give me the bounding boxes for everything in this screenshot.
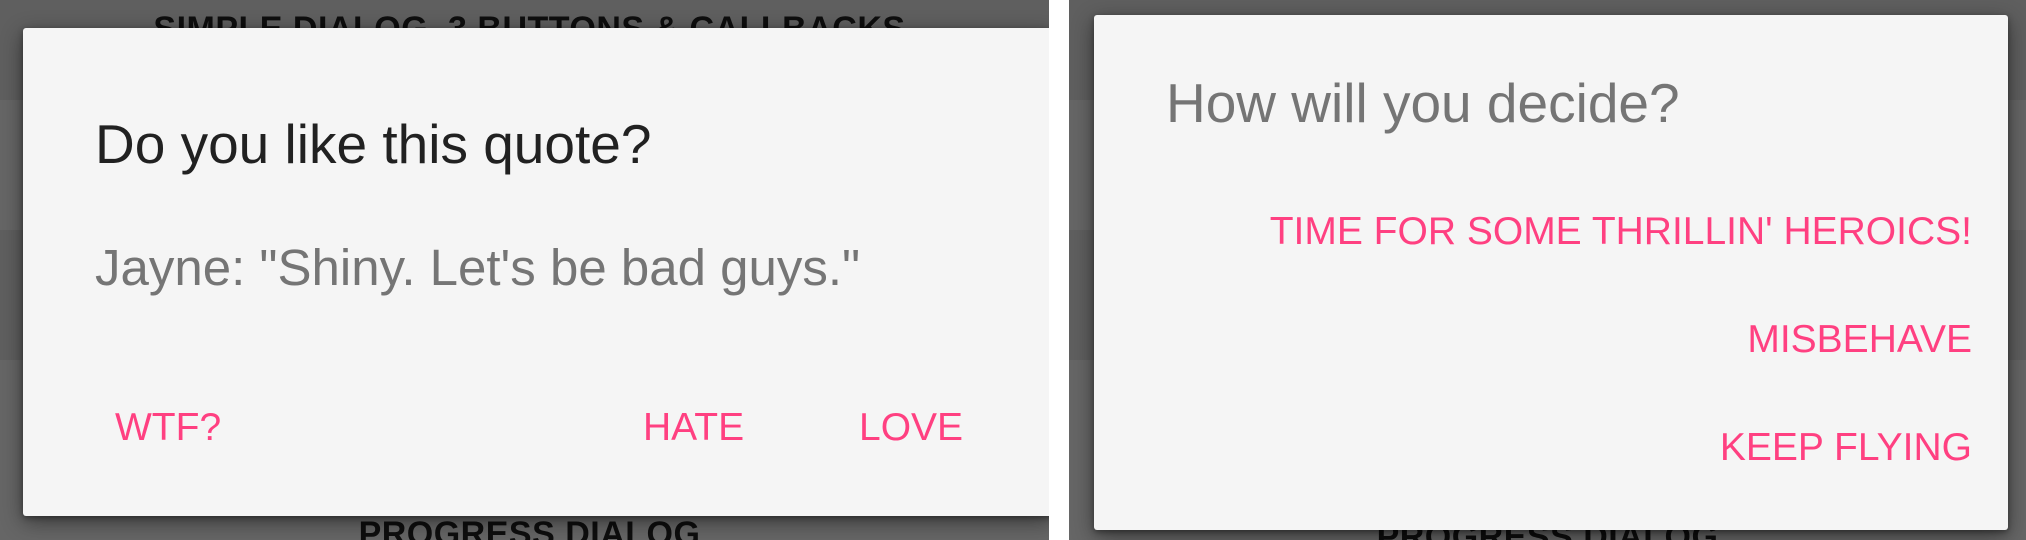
- quote-dialog: Do you like this quote? Jayne: "Shiny. L…: [23, 28, 1053, 516]
- dialog-content: Jayne: "Shiny. Let's be bad guys.": [95, 239, 861, 296]
- keep-flying-button[interactable]: KEEP FLYING: [1720, 426, 1972, 470]
- hate-button[interactable]: HATE: [643, 406, 744, 450]
- right-screen: PROGRESS DIALOG How will you decide? TIM…: [1069, 0, 2026, 540]
- screen-divider: [1049, 0, 1069, 540]
- dialog-title: Do you like this quote?: [95, 113, 652, 175]
- list-item-label[interactable]: PROGRESS DIALOG: [0, 515, 1059, 540]
- dialog-title: How will you decide?: [1166, 72, 1680, 134]
- decision-dialog: How will you decide? TIME FOR SOME THRIL…: [1094, 15, 2008, 530]
- wtf-button[interactable]: WTF?: [115, 406, 221, 450]
- heroics-button[interactable]: TIME FOR SOME THRILLIN' HEROICS!: [1270, 210, 1972, 254]
- left-screen: SIMPLE DIALOG, 3 BUTTONS & CALLBACKS PRO…: [0, 0, 1059, 540]
- love-button[interactable]: LOVE: [859, 406, 963, 450]
- misbehave-button[interactable]: MISBEHAVE: [1747, 318, 1972, 362]
